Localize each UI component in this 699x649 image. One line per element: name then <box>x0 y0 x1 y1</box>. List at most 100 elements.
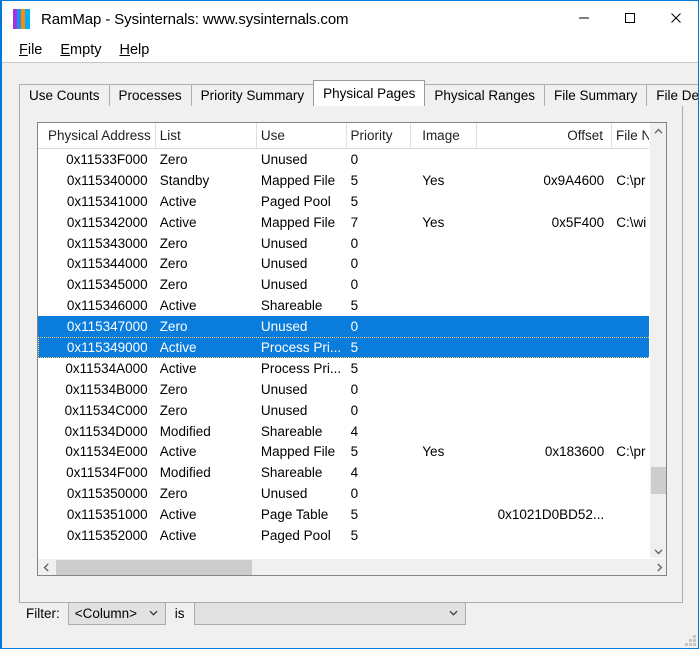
tab-file-details[interactable]: File Details <box>646 84 698 106</box>
table-row[interactable]: 0x115344000 Zero Unused 0 <box>38 253 651 274</box>
filter-label: Filter: <box>26 605 60 621</box>
tab-physical-ranges[interactable]: Physical Ranges <box>424 84 545 106</box>
menu-item-file[interactable]: File <box>10 40 51 60</box>
cell-list: Active <box>159 298 197 314</box>
menu-help-rest: elp <box>129 41 150 58</box>
cell-list: Zero <box>159 381 188 397</box>
menu-file-rest: ile <box>27 41 43 58</box>
cell-list: Zero <box>159 151 188 167</box>
tab-file-summary[interactable]: File Summary <box>543 84 648 106</box>
cell-physical-address: 0x115341000 <box>66 193 148 209</box>
filter-column-dropdown[interactable]: <Column> <box>67 601 166 625</box>
cell-list: Modified <box>159 465 211 481</box>
column-header-offset[interactable]: Offset <box>477 123 612 148</box>
tab-priority-summary[interactable]: Priority Summary <box>190 84 315 106</box>
scroll-right-button[interactable] <box>651 559 666 575</box>
cell-use: Unused <box>260 486 308 502</box>
minimize-button[interactable] <box>561 1 607 35</box>
table-row[interactable]: 0x11534B000 Zero Unused 0 <box>38 379 651 400</box>
table-row[interactable]: 0x115350000 Zero Unused 0 <box>38 483 651 504</box>
cell-physical-address: 0x11533F000 <box>66 151 148 167</box>
menu-item-help[interactable]: Help <box>110 40 158 60</box>
cell-priority: 5 <box>350 507 359 523</box>
table-row[interactable]: 0x11534E000 Active Mapped File 5 Yes 0x183600… <box>38 441 651 462</box>
tab-use-counts[interactable]: Use Counts <box>19 84 110 106</box>
cell-priority: 5 <box>350 339 359 355</box>
cell-use: Shareable <box>260 298 323 314</box>
resize-grip-icon[interactable] <box>683 633 696 646</box>
tab-processes[interactable]: Processes <box>108 84 192 106</box>
table-row[interactable]: 0x11534C000 Zero Unused 0 <box>38 400 651 421</box>
cell-file-name: C:\pr <box>616 172 646 188</box>
cell-list: Active <box>159 507 197 523</box>
cell-use: Paged Pool <box>260 527 331 543</box>
cell-physical-address: 0x11534A000 <box>65 360 148 376</box>
table-row[interactable]: 0x115343000 Zero Unused 0 <box>38 233 651 254</box>
cell-use: Unused <box>260 235 308 251</box>
cell-list: Standby <box>159 172 210 188</box>
cell-use: Mapped File <box>260 214 336 230</box>
cell-physical-address: 0x115342000 <box>66 214 148 230</box>
chevron-left-icon <box>43 563 49 572</box>
cell-list: Zero <box>159 486 188 502</box>
rammap-icon <box>13 9 30 29</box>
column-header-list[interactable]: List <box>155 123 257 148</box>
table-row[interactable]: 0x115342000 Active Mapped File 7 Yes 0x5F400 C… <box>38 212 651 233</box>
physical-pages-table[interactable]: Physical Address List Use Priority Image… <box>37 122 667 576</box>
cell-priority: 0 <box>350 277 359 293</box>
cell-image: Yes <box>422 444 445 460</box>
cell-use: Unused <box>260 151 308 167</box>
vertical-scroll-thumb[interactable] <box>651 467 666 494</box>
close-button[interactable] <box>653 1 698 35</box>
table-body[interactable]: 0x11533F000 Zero Unused 0 0x115340000 Standby… <box>38 149 651 560</box>
title-bar[interactable]: RamMap - Sysinternals: www.sysinternals.… <box>2 1 698 37</box>
table-row[interactable]: 0x11534F000 Modified Shareable 4 <box>38 462 651 483</box>
filter-value-dropdown[interactable] <box>193 601 466 625</box>
maximize-button[interactable] <box>607 1 653 35</box>
cell-list: Active <box>159 214 197 230</box>
table-row[interactable]: 0x115349000 Active Process Pri... 5 <box>38 337 651 358</box>
menu-help-accel: H <box>119 41 130 58</box>
table-row[interactable]: 0x115351000 Active Page Table 5 0x1021D0BD52… <box>38 504 651 525</box>
cell-use: Process Pri... <box>260 339 342 355</box>
cell-list: Zero <box>159 277 188 293</box>
cell-use: Mapped File <box>260 444 336 460</box>
menu-item-empty[interactable]: Empty <box>51 40 110 60</box>
cell-use: Unused <box>260 319 308 335</box>
horizontal-scroll-thumb[interactable] <box>56 560 252 575</box>
window-controls <box>561 1 698 35</box>
table-row[interactable]: 0x11534A000 Active Process Pri... 5 <box>38 358 651 379</box>
cell-file-name: C:\wi <box>616 214 647 230</box>
cell-priority: 5 <box>350 172 359 188</box>
table-row[interactable]: 0x115341000 Active Paged Pool 5 <box>38 191 651 212</box>
column-header-physical-address[interactable]: Physical Address <box>38 123 156 148</box>
tab-physical-pages[interactable]: Physical Pages <box>313 80 426 106</box>
scroll-left-button[interactable] <box>38 559 55 575</box>
cell-physical-address: 0x115344000 <box>66 256 148 272</box>
cell-priority: 0 <box>350 151 359 167</box>
cell-physical-address: 0x115340000 <box>66 172 148 188</box>
chevron-down-icon <box>654 549 663 555</box>
column-header-use[interactable]: Use <box>256 123 347 148</box>
table-row[interactable]: 0x115346000 Active Shareable 5 <box>38 295 651 316</box>
menu-bar: File Empty Help <box>2 37 698 63</box>
cell-physical-address: 0x115352000 <box>66 527 148 543</box>
table-row[interactable]: 0x115340000 Standby Mapped File 5 Yes 0x9A460… <box>38 170 651 191</box>
cell-offset: 0x1021D0BD52... <box>497 507 605 523</box>
cell-priority: 0 <box>350 319 359 335</box>
vertical-scrollbar[interactable] <box>649 123 666 560</box>
scroll-up-button[interactable] <box>650 123 666 140</box>
filter-column-value: <Column> <box>74 605 138 621</box>
table-row[interactable]: 0x11534D000 Modified Shareable 4 <box>38 421 651 442</box>
column-header-priority[interactable]: Priority <box>346 123 412 148</box>
cell-use: Process Pri... <box>260 360 342 376</box>
horizontal-scrollbar[interactable] <box>38 558 666 575</box>
column-header-image[interactable]: Image <box>411 123 478 148</box>
column-header-file-name[interactable]: File N <box>611 123 651 148</box>
menu-empty-rest: mpty <box>70 41 102 58</box>
table-row[interactable]: 0x115345000 Zero Unused 0 <box>38 274 651 295</box>
table-row[interactable]: 0x115352000 Active Paged Pool 5 <box>38 525 651 546</box>
table-row[interactable]: 0x11533F000 Zero Unused 0 <box>38 149 651 170</box>
table-row[interactable]: 0x115347000 Zero Unused 0 <box>38 316 651 338</box>
filter-is-label: is <box>174 605 185 621</box>
